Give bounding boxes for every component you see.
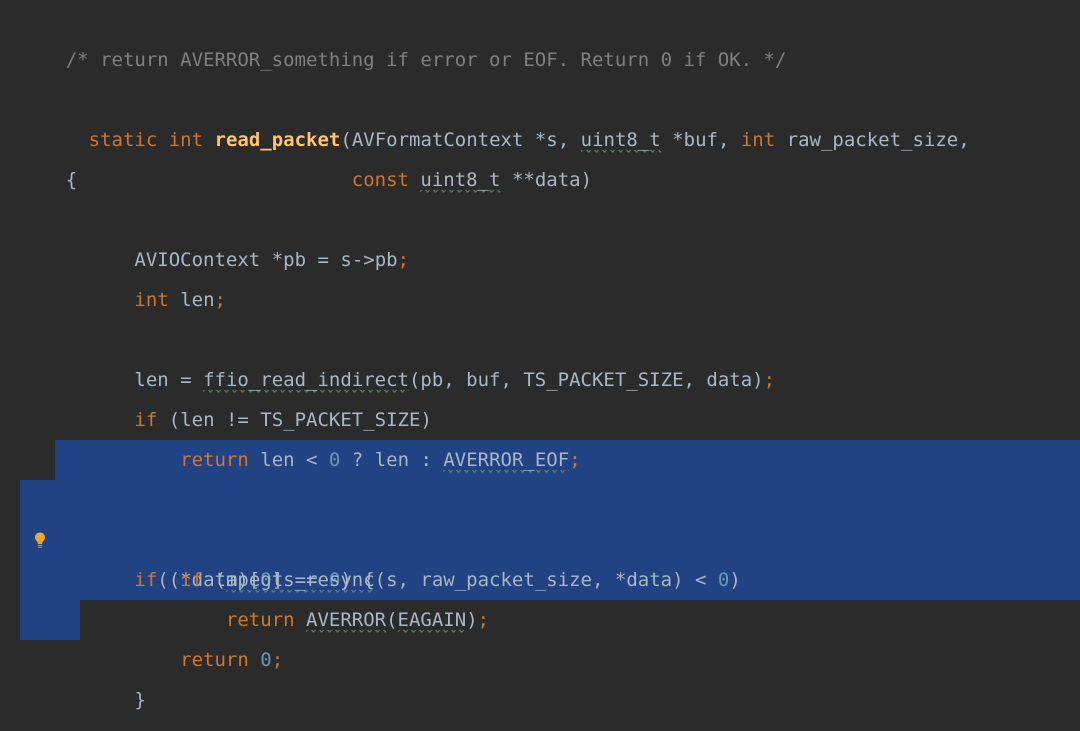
- code-line[interactable]: return 0;: [0, 680, 1080, 720]
- function-name: read_packet: [215, 129, 341, 151]
- const: TS_PACKET_SIZE: [260, 409, 420, 431]
- param: raw_packet_size: [787, 129, 959, 151]
- const: AVERROR_EOF: [443, 449, 569, 473]
- code-line[interactable]: const uint8_t **data): [0, 80, 1080, 120]
- keyword: if: [180, 569, 203, 591]
- type: AVIOContext: [134, 249, 271, 271]
- punct: (: [340, 129, 351, 151]
- var: pb: [283, 249, 306, 271]
- param: data: [535, 169, 581, 191]
- type: AVFormatContext: [352, 129, 535, 151]
- param: s: [546, 129, 557, 151]
- code-editor[interactable]: /* return AVERROR_something if error or …: [0, 0, 1080, 731]
- var: len: [180, 289, 214, 311]
- type: uint8_t: [420, 169, 500, 193]
- code-line[interactable]: return AVERROR(EAGAIN);: [0, 520, 1080, 560]
- code-line[interactable]: if (mpegts_resync(s, raw_packet_size, *d…: [0, 480, 1080, 520]
- const: EAGAIN: [398, 609, 467, 633]
- keyword: return: [180, 649, 249, 671]
- keyword: int: [169, 129, 203, 151]
- keyword: if: [134, 409, 157, 431]
- brace: }: [134, 689, 145, 711]
- function-call: ffio_read_indirect: [203, 369, 409, 393]
- number: 0: [718, 569, 729, 591]
- type: uint8_t: [581, 129, 661, 153]
- brace: {: [66, 169, 77, 191]
- var: len: [134, 369, 168, 391]
- keyword: const: [352, 169, 409, 191]
- macro: AVERROR: [306, 609, 386, 633]
- code-line[interactable]: /* return AVERROR_something if error or …: [0, 0, 1080, 40]
- comment-text: /* return AVERROR_something if error or …: [66, 49, 787, 71]
- keyword: static: [89, 129, 158, 151]
- param: buf: [684, 129, 718, 151]
- keyword: return: [180, 449, 249, 471]
- number: 0: [260, 649, 271, 671]
- keyword: int: [741, 129, 775, 151]
- keyword: return: [226, 609, 295, 631]
- code-line[interactable]: if (len != TS_PACKET_SIZE): [0, 320, 1080, 360]
- function-call: mpegts_resync: [226, 569, 375, 593]
- number: 0: [329, 449, 340, 471]
- code-line[interactable]: int len;: [0, 200, 1080, 240]
- lightbulb-icon[interactable]: [30, 450, 50, 470]
- keyword: int: [134, 289, 168, 311]
